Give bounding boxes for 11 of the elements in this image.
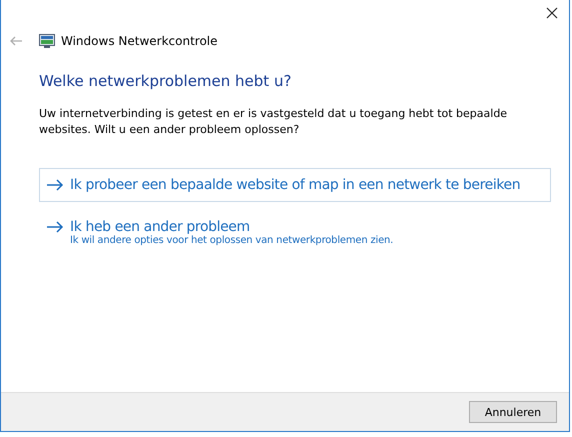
option-link[interactable]: Ik heb een ander probleem Ik wil andere opties voor het oplossen van netwerkproblemen zien. <box>39 210 551 255</box>
back-arrow-icon <box>9 36 23 46</box>
description: Uw internetverbinding is getest en er is vastgesteld dat u toegang hebt tot bepaalde websites. Wilt u een ander probleem oplossen? <box>39 106 508 138</box>
close-icon <box>546 7 558 19</box>
arrow-icon <box>46 221 64 233</box>
cancel-button[interactable]: Annuleren <box>469 401 557 423</box>
window-title: Windows Netwerkcontrole <box>61 34 218 48</box>
heading: Welke netwerkproblemen hebt u? <box>39 72 292 90</box>
arrow-icon <box>46 179 64 191</box>
network-monitor-icon <box>39 34 55 48</box>
option-link[interactable]: Ik probeer een bepaalde website of map in een netwerk te bereiken <box>39 168 551 202</box>
